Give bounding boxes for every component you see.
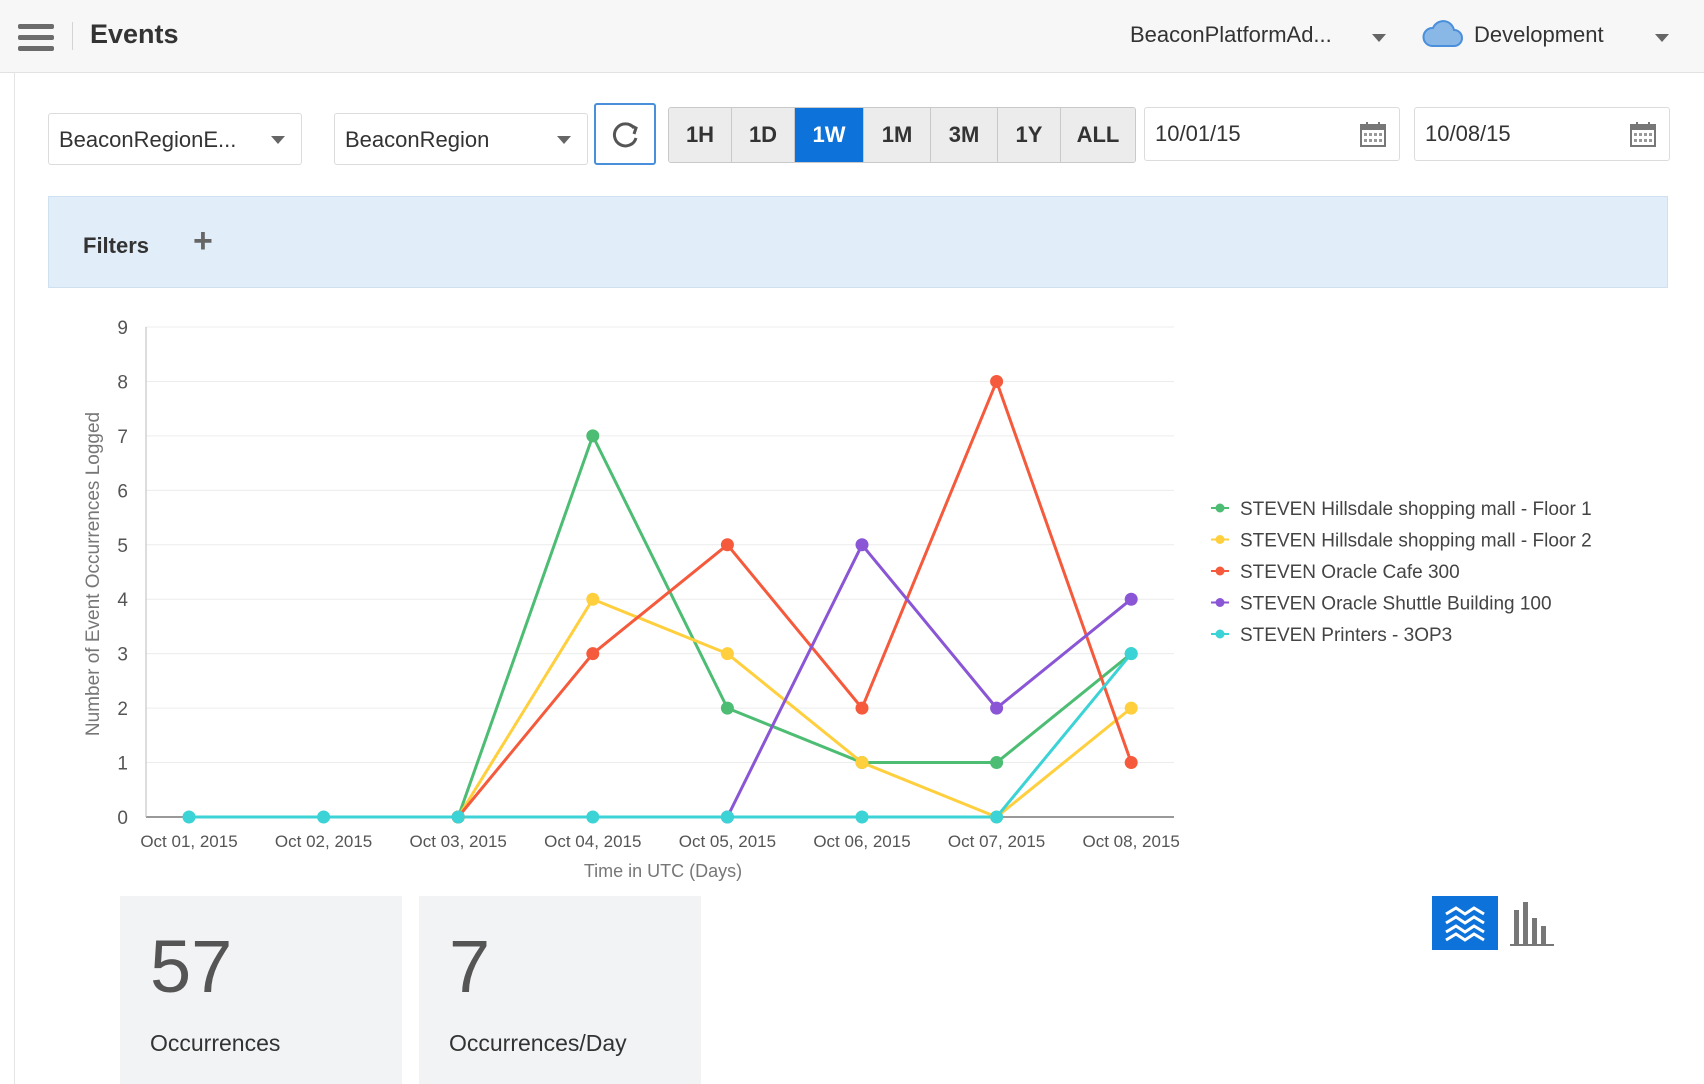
- top-bar: Events BeaconPlatformAd... Development: [0, 0, 1704, 73]
- legend-item: STEVEN Hillsdale shopping mall - Floor 1: [1240, 499, 1592, 520]
- add-filter-button[interactable]: +: [193, 224, 213, 258]
- data-point: [586, 647, 600, 661]
- data-point: [1124, 756, 1138, 770]
- time-range-selector: 1H 1D 1W 1M 3M 1Y ALL: [668, 107, 1136, 163]
- events-line-chart: 0 1 2 3 4 5 6 7 8 9 Oct 01, 2015 Oct 02, 2015 Oct 03…: [83, 318, 1592, 881]
- data-point: [1124, 592, 1138, 606]
- x-tick-label: Oct 04, 2015: [544, 832, 641, 851]
- data-point: [586, 810, 600, 824]
- y-tick-label: 3: [117, 645, 128, 666]
- filters-bar: Filters +: [48, 196, 1668, 288]
- occurrences-card: 57 Occurrences: [120, 896, 402, 1084]
- legend-marker: [1215, 503, 1225, 513]
- x-tick-label: Oct 05, 2015: [679, 832, 776, 851]
- data-point: [990, 756, 1004, 770]
- series-line-4: [726, 543, 1133, 818]
- legend-item: STEVEN Hillsdale shopping mall - Floor 2: [1240, 531, 1592, 552]
- chevron-down-icon[interactable]: [1655, 34, 1669, 42]
- event-type-select[interactable]: BeaconRegionE...: [48, 113, 302, 165]
- filters-label: Filters: [83, 233, 150, 258]
- chevron-down-icon: [271, 136, 285, 144]
- range-button-1m[interactable]: 1M: [864, 108, 931, 162]
- x-axis-title: Time in UTC (Days): [584, 861, 742, 881]
- chevron-down-icon[interactable]: [1372, 34, 1386, 42]
- stat-value: 7: [449, 925, 491, 1008]
- data-point: [182, 810, 196, 824]
- bar-chart-icon[interactable]: [1510, 900, 1554, 946]
- x-tick-label: Oct 07, 2015: [948, 832, 1045, 851]
- data-point: [1124, 701, 1138, 715]
- data-point: [855, 538, 869, 552]
- end-date-value: 10/08/15: [1425, 121, 1511, 146]
- data-point: [451, 810, 465, 824]
- range-button-1y[interactable]: 1Y: [998, 108, 1061, 162]
- legend-item: STEVEN Printers - 3OP3: [1240, 625, 1452, 646]
- stacked-area-chart-icon: [1445, 906, 1485, 942]
- x-tick-label: Oct 03, 2015: [410, 832, 507, 851]
- stat-label: Occurrences/Day: [449, 1030, 627, 1056]
- y-tick-label: 5: [117, 536, 128, 557]
- legend-marker: [1215, 566, 1225, 576]
- region-select[interactable]: BeaconRegion: [334, 113, 588, 165]
- start-date-input[interactable]: 10/01/15: [1144, 107, 1400, 161]
- data-point: [990, 374, 1004, 388]
- data-point: [720, 701, 734, 715]
- x-tick-label: Oct 06, 2015: [813, 832, 910, 851]
- environment-dropdown[interactable]: Development: [1474, 22, 1604, 48]
- range-button-1d[interactable]: 1D: [732, 108, 795, 162]
- stat-label: Occurrences: [150, 1030, 281, 1056]
- data-point: [586, 429, 600, 443]
- data-point: [855, 756, 869, 770]
- legend-marker: [1215, 535, 1225, 544]
- y-tick-label: 1: [117, 754, 128, 775]
- stat-value: 57: [150, 925, 233, 1008]
- data-point: [1124, 647, 1138, 661]
- x-tick-label: Oct 08, 2015: [1083, 832, 1180, 851]
- data-point: [855, 810, 869, 824]
- data-point: [855, 701, 869, 715]
- chevron-down-icon: [557, 136, 571, 144]
- y-tick-label: 4: [117, 590, 128, 611]
- data-point: [990, 701, 1004, 715]
- calendar-icon[interactable]: [1359, 120, 1387, 148]
- region-value: BeaconRegion: [345, 127, 490, 152]
- refresh-icon: [612, 122, 638, 148]
- page-title: Events: [90, 19, 179, 49]
- data-point: [720, 538, 734, 552]
- legend-marker: [1215, 629, 1225, 639]
- y-tick-label: 7: [117, 427, 128, 448]
- cloud-icon: [1422, 20, 1463, 47]
- x-tick-label: Oct 01, 2015: [140, 832, 237, 851]
- y-tick-label: 8: [117, 372, 128, 393]
- refresh-button[interactable]: [594, 103, 656, 165]
- range-button-3m[interactable]: 3M: [931, 108, 998, 162]
- calendar-icon[interactable]: [1629, 120, 1657, 148]
- end-date-input[interactable]: 10/08/15: [1414, 107, 1670, 161]
- legend-item: STEVEN Oracle Shuttle Building 100: [1240, 594, 1552, 615]
- data-point: [720, 647, 734, 661]
- y-axis-title: Number of Event Occurrences Logged: [83, 412, 104, 736]
- range-button-1h[interactable]: 1H: [669, 108, 732, 162]
- start-date-value: 10/01/15: [1155, 121, 1241, 146]
- event-type-value: BeaconRegionE...: [59, 127, 237, 152]
- occurrences-per-day-card: 7 Occurrences/Day: [419, 896, 701, 1084]
- x-tick-label: Oct 02, 2015: [275, 832, 372, 851]
- y-tick-label: 9: [117, 318, 128, 339]
- divider: [72, 22, 73, 50]
- hamburger-menu-icon[interactable]: [18, 24, 54, 54]
- y-tick-label: 0: [117, 808, 128, 829]
- area-chart-view-button[interactable]: [1432, 896, 1498, 950]
- data-point: [586, 592, 600, 606]
- legend-marker: [1215, 598, 1225, 607]
- y-tick-label: 6: [117, 481, 128, 502]
- data-point: [990, 810, 1004, 824]
- range-button-all[interactable]: ALL: [1061, 108, 1135, 162]
- data-point: [317, 810, 331, 824]
- y-tick-label: 2: [117, 699, 128, 720]
- legend-item: STEVEN Oracle Cafe 300: [1240, 562, 1460, 583]
- series-line-5: [189, 652, 1133, 819]
- data-point: [720, 810, 734, 824]
- range-button-1w[interactable]: 1W: [795, 108, 864, 162]
- account-dropdown[interactable]: BeaconPlatformAd...: [1130, 22, 1332, 48]
